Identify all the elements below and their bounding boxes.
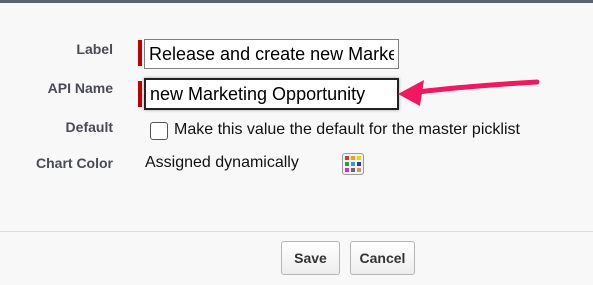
api-name-input[interactable] bbox=[144, 78, 399, 110]
required-indicator bbox=[138, 40, 142, 66]
footer-divider bbox=[0, 231, 593, 232]
edit-picklist-value-panel: Label API Name Default Make this value t… bbox=[0, 0, 593, 285]
chart-color-field-label: Chart Color bbox=[36, 155, 113, 171]
label-input[interactable] bbox=[144, 39, 399, 69]
api-name-field-label: API Name bbox=[47, 80, 113, 96]
default-checkbox-label[interactable]: Make this value the default for the mast… bbox=[174, 121, 520, 139]
chart-color-value: Assigned dynamically bbox=[145, 154, 299, 171]
form-section bbox=[0, 3, 593, 231]
label-field-label: Label bbox=[76, 41, 113, 57]
default-checkbox[interactable] bbox=[150, 122, 168, 140]
save-button[interactable]: Save bbox=[281, 241, 340, 275]
cancel-button[interactable]: Cancel bbox=[350, 241, 415, 275]
required-indicator bbox=[138, 81, 142, 107]
color-palette-icon[interactable] bbox=[342, 153, 364, 175]
default-field-label: Default bbox=[65, 119, 113, 135]
